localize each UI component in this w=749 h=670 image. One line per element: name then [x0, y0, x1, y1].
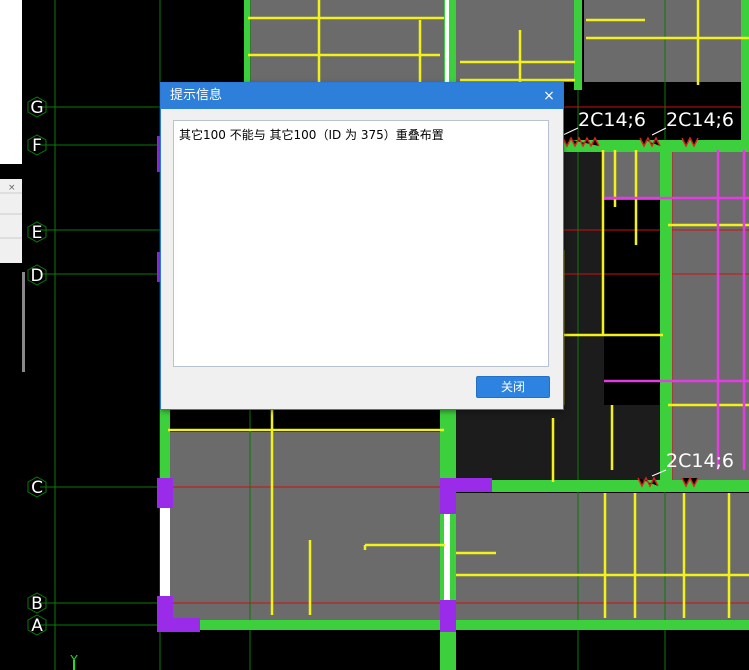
rebar-label: 2C14;6	[666, 109, 734, 131]
axis-bubble-e: E	[27, 221, 47, 243]
message-dialog: 提示信息 × 其它100 不能与 其它100（ID 为 375）重叠布置 关闭	[161, 83, 563, 409]
svg-text:F: F	[32, 136, 42, 156]
svg-text:D: D	[30, 266, 43, 286]
dialog-title: 提示信息	[170, 88, 223, 103]
axis-bubbles: G F E D C B A	[27, 96, 47, 636]
dialog-title-bar[interactable]: 提示信息 ×	[161, 83, 563, 109]
svg-text:E: E	[32, 223, 43, 243]
panel-splitter[interactable]	[22, 272, 25, 372]
panel-close-icon[interactable]: ×	[8, 183, 16, 193]
message-text-area[interactable]: 其它100 不能与 其它100（ID 为 375）重叠布置	[173, 120, 549, 367]
svg-text:Y: Y	[69, 653, 78, 667]
side-panel-top	[0, 0, 22, 164]
message-text: 其它100 不能与 其它100（ID 为 375）重叠布置	[179, 128, 444, 142]
svg-text:C: C	[31, 478, 43, 498]
rebar-label: 2C14;6	[666, 450, 734, 472]
close-button[interactable]: 关闭	[476, 376, 550, 398]
axis-bubble-d: D	[27, 264, 47, 286]
svg-text:A: A	[31, 616, 43, 636]
close-icon[interactable]: ×	[541, 83, 557, 109]
rebar-label: 2C14;6	[578, 109, 646, 131]
axis-bubble-g: G	[27, 96, 47, 118]
svg-text:G: G	[30, 98, 43, 118]
y-axis-indicator: Y	[69, 653, 78, 670]
svg-text:B: B	[31, 594, 43, 614]
